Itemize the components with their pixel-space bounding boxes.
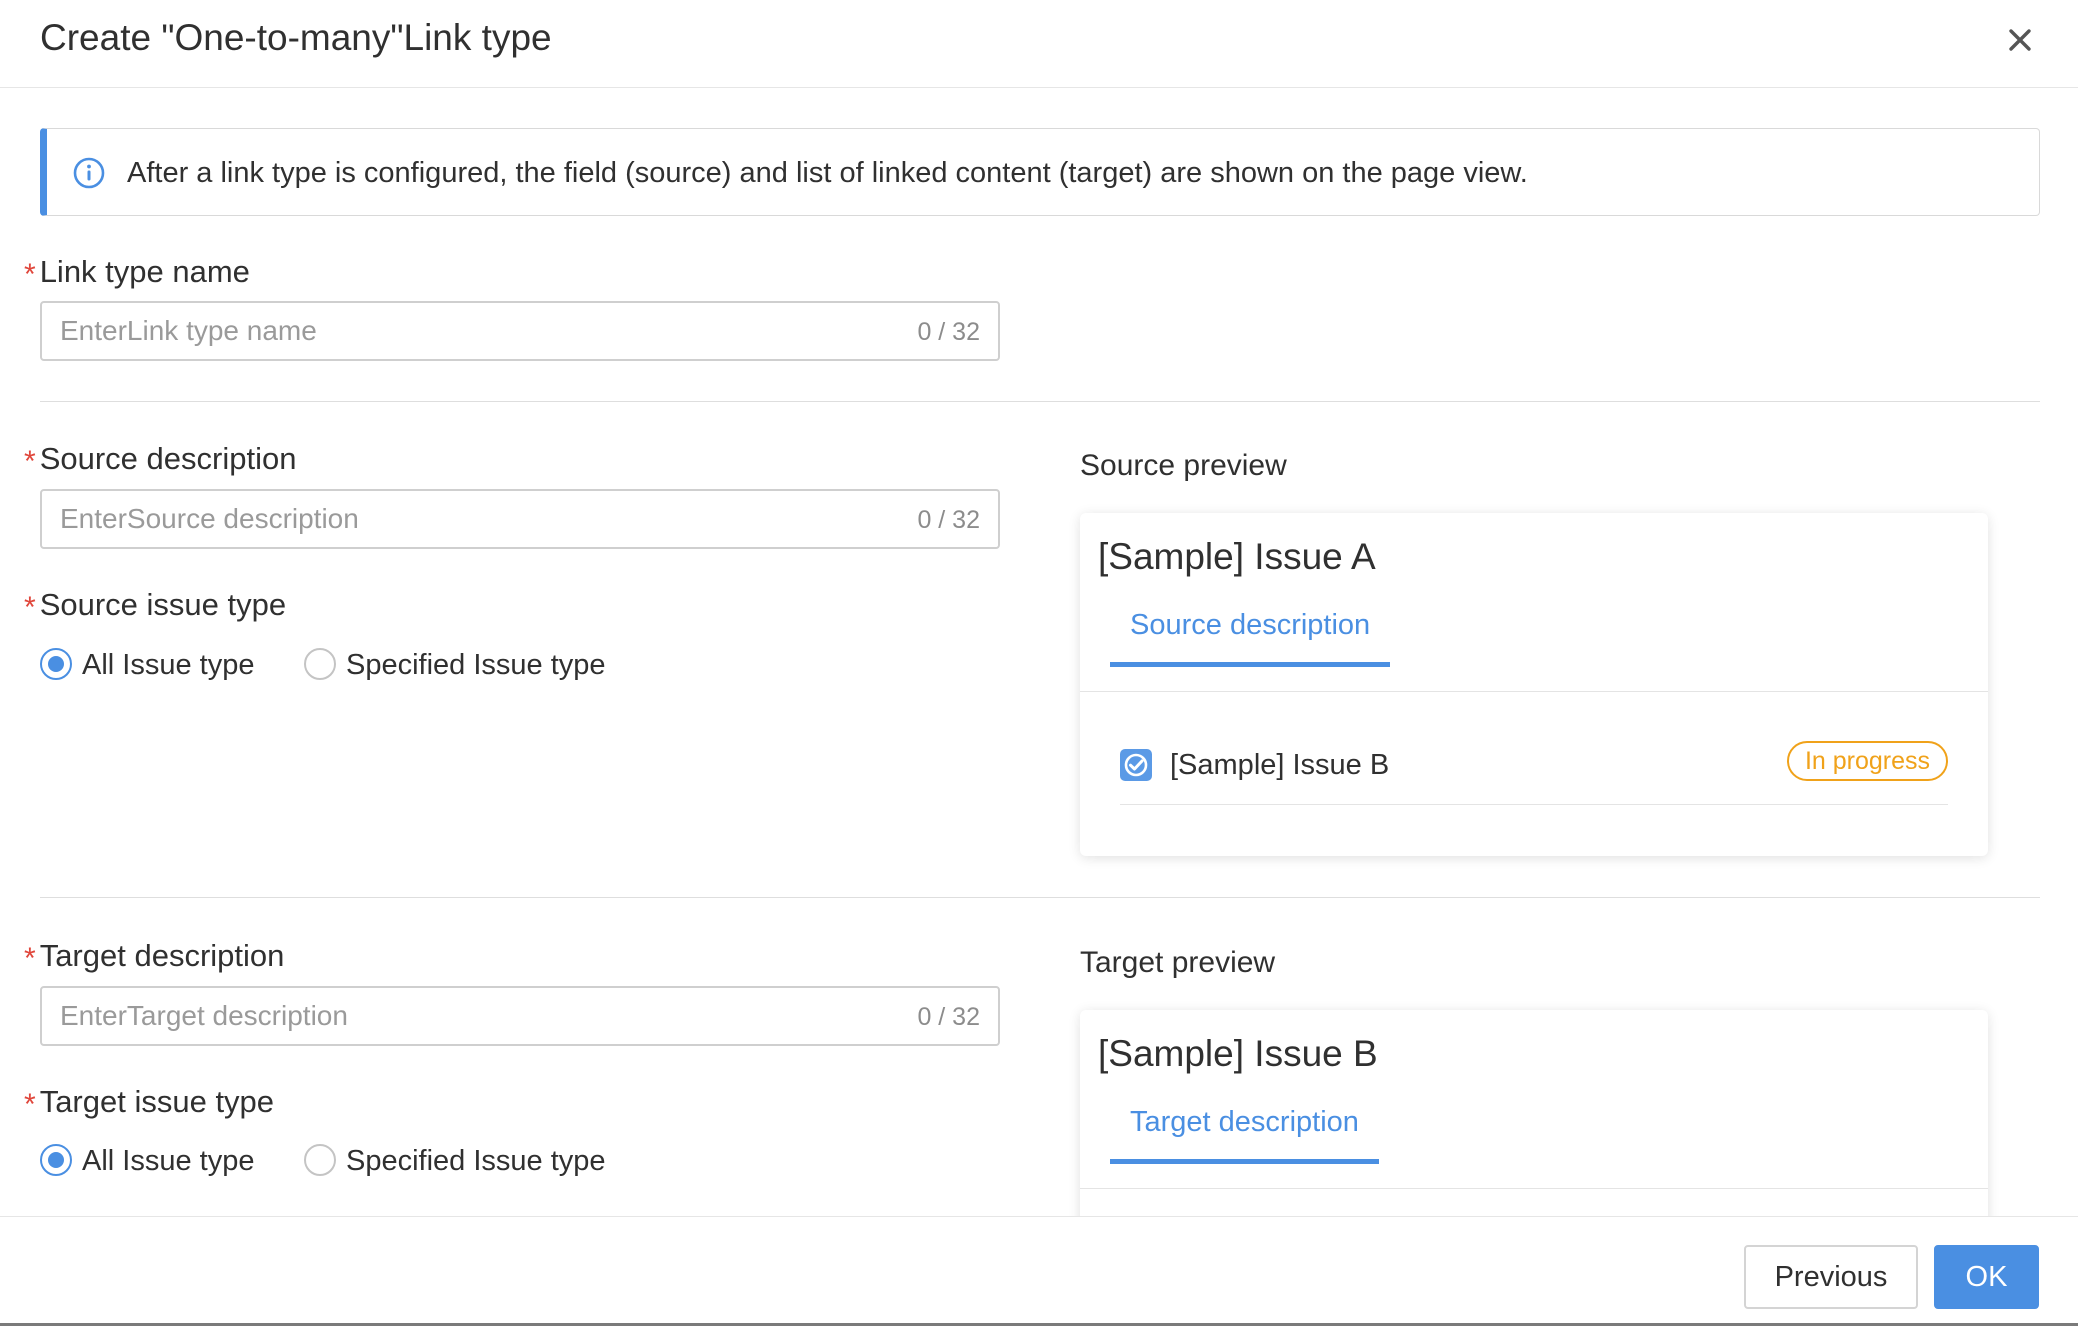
target-preview-card-title: [Sample] Issue B [1098,1033,1378,1074]
required-asterisk: * [24,258,36,291]
target-description-input[interactable] [42,988,882,1044]
radio-label: Specified Issue type [346,649,606,681]
radio-selected-icon [40,648,72,680]
source-preview-card-title: [Sample] Issue A [1098,536,1376,577]
radio-unselected-icon [304,1144,336,1176]
target-issue-type-label-text: Target issue type [39,1084,275,1119]
info-banner-text: After a link type is configured, the fie… [127,157,1528,189]
dialog-title: Create "One-to-many"Link type [40,17,552,58]
dialog-footer: Previous OK [0,1216,2078,1323]
required-asterisk: * [24,591,36,624]
info-banner: After a link type is configured, the fie… [40,128,2040,216]
linked-issue-title: [Sample] Issue B [1170,749,1390,781]
target-preview-tab[interactable]: Target description [1110,1102,1379,1164]
close-icon [2009,29,2031,51]
source-preview-card: [Sample] Issue A Source description [Sam… [1080,513,1988,856]
ok-button[interactable]: OK [1934,1245,2039,1309]
create-link-type-dialog: Create "One-to-many"Link type After a li… [0,0,2078,1323]
source-preview-tab[interactable]: Source description [1110,605,1391,667]
previous-button[interactable]: Previous [1744,1245,1918,1309]
radio-label: All Issue type [82,1145,255,1177]
target-issue-type-radio-group: All Issue type Specified Issue type [40,1141,680,1181]
required-asterisk: * [24,942,36,975]
info-icon [73,157,105,189]
target-description-field[interactable]: 0 / 32 [40,986,1000,1046]
section-divider [40,401,2040,402]
close-button[interactable] [2000,20,2040,60]
radio-unselected-icon [304,648,336,680]
link-type-name-label: * Link type name [24,252,250,293]
tab-divider [1080,691,1988,692]
source-issue-type-label-text: Source issue type [39,587,287,622]
target-preview-heading: Target preview [1080,946,1276,979]
source-preview-heading: Source preview [1080,449,1287,482]
required-asterisk: * [24,445,36,478]
linked-issue-row[interactable]: [Sample] Issue B In progress [1120,741,1948,805]
link-type-name-field[interactable]: 0 / 32 [40,301,1000,361]
source-description-label-text: Source description [39,441,297,476]
source-description-label: * Source description [24,439,296,480]
target-description-counter: 0 / 32 [917,1003,980,1031]
link-type-name-label-text: Link type name [39,254,250,289]
target-description-label-text: Target description [39,938,285,973]
checked-task-icon [1120,749,1152,781]
source-issue-type-label: * Source issue type [24,585,286,626]
source-description-field[interactable]: 0 / 32 [40,489,1000,549]
source-issue-type-radio-group: All Issue type Specified Issue type [40,645,680,685]
status-badge: In progress [1786,741,1948,781]
source-description-counter: 0 / 32 [917,506,980,534]
dialog-header: Create "One-to-many"Link type [0,0,2078,88]
tab-divider [1080,1188,1988,1189]
radio-selected-icon [40,1144,72,1176]
radio-label: Specified Issue type [346,1145,606,1177]
target-description-label: * Target description [24,936,284,977]
link-type-name-counter: 0 / 32 [917,318,980,346]
target-issue-type-label: * Target issue type [24,1082,274,1123]
section-divider [40,897,2040,898]
link-type-name-input[interactable] [42,303,882,359]
required-asterisk: * [24,1088,36,1121]
source-description-input[interactable] [42,491,882,547]
radio-label: All Issue type [82,649,255,681]
